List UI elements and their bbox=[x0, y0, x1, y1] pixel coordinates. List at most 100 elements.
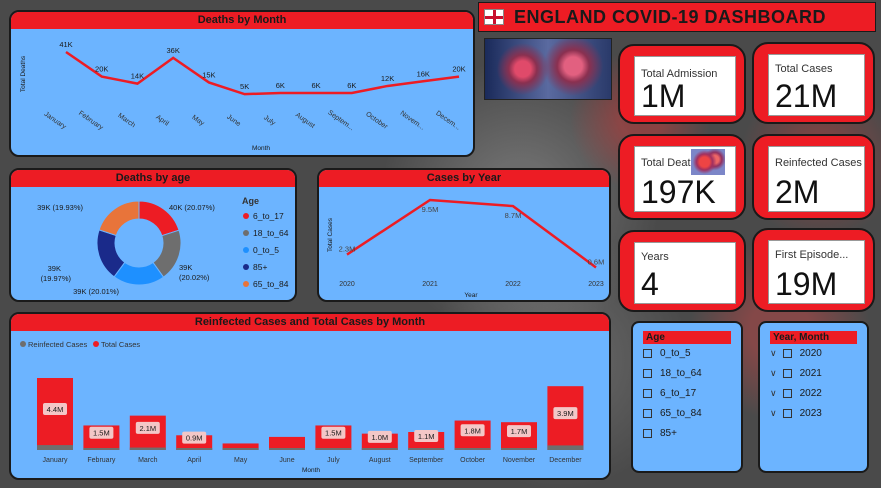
chevron-down-icon[interactable]: ∨ bbox=[770, 408, 777, 419]
kpi-value: 197K bbox=[641, 174, 716, 210]
x-tick-label: Decem... bbox=[434, 110, 461, 132]
age-option[interactable]: 65_to_84 bbox=[643, 408, 702, 419]
x-tick-label: 2023 bbox=[588, 281, 604, 288]
legend-dot bbox=[243, 213, 249, 219]
data-label: 5K bbox=[240, 82, 249, 91]
reinfected-bar bbox=[83, 448, 120, 450]
kpi-total-cases[interactable]: Total Cases 21M bbox=[752, 42, 875, 124]
data-label: 15K bbox=[202, 70, 215, 79]
kpi-reinfected-cases[interactable]: Reinfected Cases 2M bbox=[752, 134, 875, 220]
age-option[interactable]: 18_to_64 bbox=[643, 368, 702, 379]
data-label: 0.9M bbox=[186, 434, 203, 443]
x-tick-label: June bbox=[225, 114, 242, 129]
legend-label: 65_to_84 bbox=[253, 279, 289, 289]
cases-by-year-panel[interactable]: Cases by Year 2.3M 2020 9.5M 2021 8.7M 2022 0.… bbox=[317, 168, 611, 302]
kpi-label: First Episode... bbox=[775, 249, 849, 261]
data-label: 36K bbox=[167, 46, 180, 55]
legend-label: 0_to_5 bbox=[253, 245, 279, 255]
legend-dot bbox=[243, 264, 249, 270]
donut-slice-65_to_84 bbox=[98, 200, 140, 237]
data-label: 12K bbox=[381, 74, 394, 83]
deaths-by-month-chart: 41K January 20K February 14K March 36K April 15K… bbox=[20, 40, 466, 152]
age-option-label: 6_to_17 bbox=[660, 388, 697, 399]
checkbox-icon[interactable] bbox=[643, 429, 652, 438]
x-tick-label: February bbox=[77, 110, 104, 132]
age-slicer[interactable]: Age 0_to_5 18_to_64 6_to_17 65_to_84 85+ bbox=[631, 321, 743, 473]
x-tick-label: February bbox=[87, 457, 116, 464]
data-label: 1.8M bbox=[464, 426, 481, 435]
year-option-label: 2021 bbox=[799, 368, 822, 379]
kpi-first-episode[interactable]: First Episode... 19M bbox=[752, 228, 875, 312]
deaths-by-age-panel[interactable]: Deaths by age 40K (20.07%) 39K (20.02%) 39K… bbox=[9, 168, 297, 302]
checkbox-icon[interactable] bbox=[643, 369, 652, 378]
kpi-years[interactable]: Years 4 bbox=[618, 230, 746, 312]
year-option-label: 2023 bbox=[799, 408, 822, 419]
chevron-down-icon[interactable]: ∨ bbox=[770, 388, 777, 399]
x-tick-label: January bbox=[43, 457, 68, 464]
checkbox-icon[interactable] bbox=[643, 409, 652, 418]
data-label: 6K bbox=[347, 81, 356, 90]
chevron-down-icon[interactable]: ∨ bbox=[770, 368, 777, 379]
deaths-by-month-panel[interactable]: Deaths by Month 41K January 20K February 14K… bbox=[9, 10, 475, 157]
x-tick-label: October bbox=[364, 111, 389, 131]
age-option-label: 65_to_84 bbox=[660, 408, 702, 419]
data-label: 39K bbox=[179, 263, 192, 272]
data-label: 20K bbox=[452, 65, 465, 74]
kpi-label: Total Cases bbox=[775, 63, 833, 75]
data-label: 20K bbox=[95, 65, 108, 74]
dashboard-title: ENGLAND COVID-19 DASHBOARD bbox=[514, 6, 827, 27]
kpi-total-deaths[interactable]: Total Deaths 197K bbox=[618, 134, 746, 220]
kpi-card: Reinfected Cases 2M bbox=[768, 146, 865, 212]
x-axis-title: Month bbox=[252, 145, 270, 152]
data-label: 16K bbox=[417, 69, 430, 78]
year-option[interactable]: ∨ 2023 bbox=[770, 408, 822, 419]
checkbox-icon[interactable] bbox=[782, 349, 792, 358]
reinfected-bar bbox=[37, 445, 73, 450]
data-label: 41K bbox=[59, 40, 72, 49]
reinfected-bar bbox=[269, 448, 305, 450]
legend-dot bbox=[243, 281, 249, 287]
legend-label: Reinfected Cases bbox=[28, 340, 87, 349]
checkbox-icon[interactable] bbox=[782, 389, 792, 398]
x-tick-label: April bbox=[187, 457, 201, 464]
legend-dot bbox=[243, 247, 249, 253]
legend-label: 6_to_17 bbox=[253, 211, 284, 221]
age-option[interactable]: 0_to_5 bbox=[643, 348, 691, 359]
kpi-label: Reinfected Cases bbox=[775, 157, 862, 169]
y-axis-title: Total Cases bbox=[327, 217, 334, 252]
legend-label: 85+ bbox=[253, 262, 267, 272]
kpi-card: Total Cases 21M bbox=[768, 54, 865, 116]
legend-title: Age bbox=[242, 196, 259, 206]
checkbox-icon[interactable] bbox=[782, 409, 792, 418]
reinfected-panel[interactable]: Reinfected Cases and Total Cases by Mont… bbox=[9, 312, 611, 480]
age-slicer-title: Age bbox=[643, 331, 731, 344]
year-option[interactable]: ∨ 2021 bbox=[770, 368, 822, 379]
x-axis-title: Month bbox=[302, 467, 320, 474]
age-option[interactable]: 6_to_17 bbox=[643, 388, 696, 399]
x-tick-label: December bbox=[549, 457, 582, 464]
year-month-slicer[interactable]: Year, Month ∨ 2020 ∨ 2021 ∨ 2022 ∨ 2023 bbox=[758, 321, 869, 473]
chevron-down-icon[interactable]: ∨ bbox=[770, 348, 777, 359]
reinfected-chart: Reinfected Cases Total Cases 4.4M January 1.… bbox=[20, 340, 584, 474]
data-label: 0.6M bbox=[588, 257, 605, 266]
x-tick-label: November bbox=[503, 457, 536, 464]
x-tick-label: March bbox=[138, 457, 158, 464]
checkbox-icon[interactable] bbox=[643, 389, 652, 398]
reinfected-bar bbox=[315, 448, 352, 450]
age-option[interactable]: 85+ bbox=[643, 428, 677, 439]
checkbox-icon[interactable] bbox=[643, 349, 652, 358]
year-option-label: 2022 bbox=[799, 388, 822, 399]
x-tick-label: July bbox=[262, 114, 277, 127]
checkbox-icon[interactable] bbox=[782, 369, 792, 378]
data-label: 39K bbox=[48, 264, 61, 273]
kpi-total-admission[interactable]: Total Admission 1M bbox=[618, 44, 746, 124]
x-tick-label: March bbox=[116, 112, 136, 129]
year-option[interactable]: ∨ 2022 bbox=[770, 388, 822, 399]
uk-flag-icon bbox=[484, 9, 504, 25]
cases-by-year-chart: 2.3M 2020 9.5M 2021 8.7M 2022 0.6M 2023 Total Ca… bbox=[327, 198, 605, 299]
x-tick-label: Septem... bbox=[326, 109, 355, 132]
kpi-card: Total Admission 1M bbox=[634, 56, 736, 116]
year-option[interactable]: ∨ 2020 bbox=[770, 348, 822, 359]
coronavirus-image bbox=[484, 38, 612, 100]
x-tick-label: September bbox=[409, 457, 444, 464]
